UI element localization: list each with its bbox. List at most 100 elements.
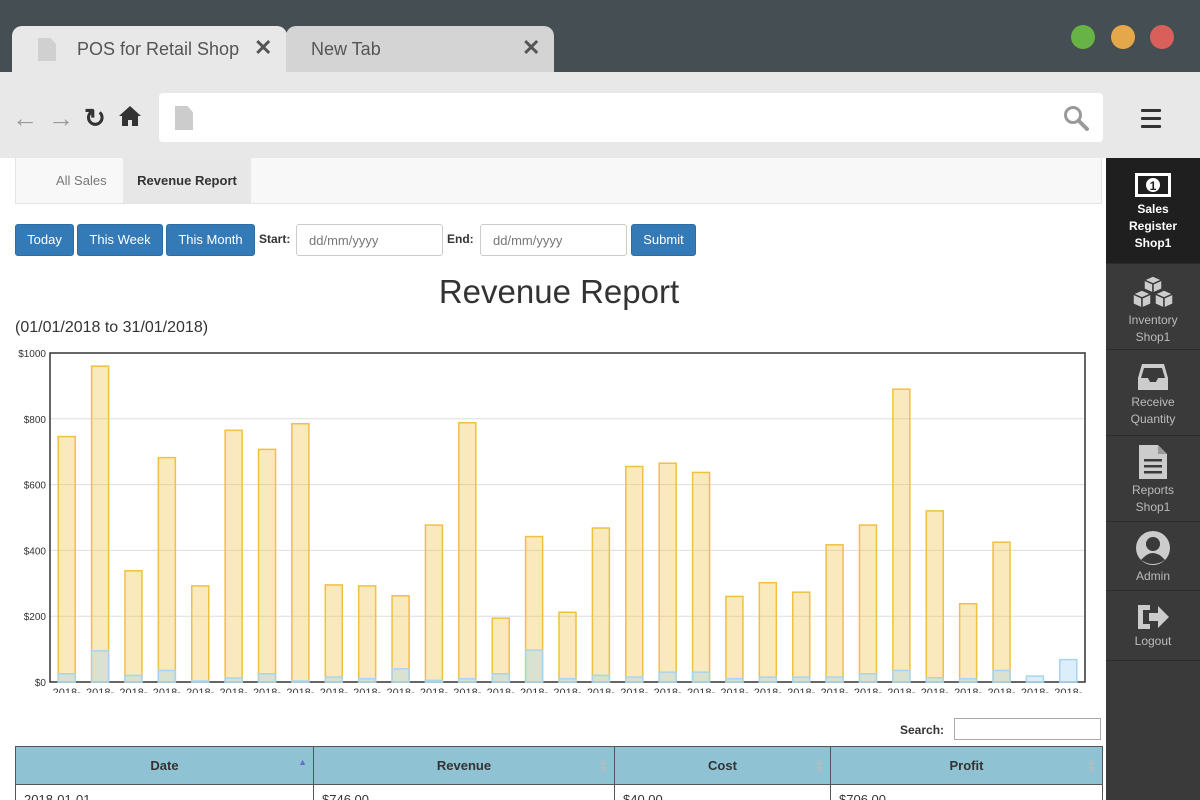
file-icon <box>38 38 56 61</box>
x-tick-label: 2018- <box>654 687 682 693</box>
forward-arrow-icon[interactable]: → <box>48 105 74 131</box>
x-tick-label: 2018- <box>787 687 815 693</box>
sidebar-item-sales-register[interactable]: 1 Sales Register Shop1 <box>1106 158 1200 264</box>
svg-text:1: 1 <box>1150 179 1157 193</box>
x-tick-label: 2018- <box>220 687 248 693</box>
column-label: Profit <box>949 758 984 773</box>
bar <box>725 677 744 683</box>
tab-all-sales[interactable]: All Sales <box>56 158 107 203</box>
this-month-button[interactable]: This Month <box>166 224 255 256</box>
money-icon: 1 <box>1135 173 1171 197</box>
bar <box>758 581 778 683</box>
cell-cost: $40.00 <box>614 784 831 800</box>
sidebar-item-receive-quantity[interactable]: Receive Quantity <box>1106 350 1200 436</box>
bar <box>892 669 911 683</box>
back-arrow-icon[interactable]: ← <box>12 105 38 131</box>
bar <box>858 524 878 683</box>
submit-button[interactable]: Submit <box>631 224 696 256</box>
column-header-cost[interactable]: Cost ▲ ▼ <box>614 746 831 785</box>
x-tick-label: 2018- <box>1021 687 1049 693</box>
column-header-profit[interactable]: Profit ▲ ▼ <box>830 746 1103 785</box>
search-label: Search: <box>900 723 945 737</box>
bar <box>90 649 110 683</box>
minimize-button[interactable] <box>1111 25 1135 49</box>
date-range: (01/01/2018 to 31/01/2018) <box>15 319 209 336</box>
y-tick-label: $1000 <box>18 349 46 360</box>
tab-revenue-report[interactable]: Revenue Report <box>123 158 251 203</box>
this-week-button[interactable]: This Week <box>77 224 163 256</box>
bar <box>391 668 410 683</box>
sidebar-item-logout[interactable]: Logout <box>1106 591 1200 661</box>
close-icon[interactable]: ✕ <box>522 35 540 61</box>
home-icon[interactable] <box>118 105 142 131</box>
maximize-button[interactable] <box>1071 25 1095 49</box>
tab-new[interactable]: New Tab ✕ <box>286 26 554 72</box>
x-tick-label: 2018- <box>487 687 515 693</box>
sort-icon: ▲ ▼ <box>815 757 824 774</box>
x-tick-label: 2018- <box>386 687 414 693</box>
x-tick-label: 2018- <box>453 687 481 693</box>
x-tick-label: 2018- <box>86 687 114 693</box>
page-title: Revenue Report <box>438 273 680 310</box>
y-tick-label: $0 <box>35 678 47 689</box>
bar <box>190 585 210 683</box>
bar <box>591 527 611 683</box>
end-label: End: <box>447 232 474 246</box>
cell-revenue: $746.00 <box>313 784 615 800</box>
close-icon[interactable]: ✕ <box>254 35 272 61</box>
bar <box>958 602 978 683</box>
inbox-icon <box>1138 364 1168 390</box>
bar <box>1059 658 1078 683</box>
sidebar-item-admin[interactable]: Admin <box>1106 522 1200 591</box>
bar <box>791 676 811 683</box>
hamburger-menu-icon[interactable] <box>1141 109 1161 133</box>
bar <box>424 679 444 683</box>
bar <box>558 677 577 683</box>
bar <box>491 617 510 683</box>
x-tick-label: 2018- <box>320 687 348 693</box>
y-tick-label: $400 <box>24 546 47 557</box>
end-date-input[interactable] <box>480 224 627 256</box>
x-tick-label: 2018- <box>553 687 581 693</box>
search-input[interactable] <box>954 718 1101 740</box>
sidebar-item-label: Admin <box>1135 569 1170 583</box>
x-tick-label: 2018- <box>253 687 281 693</box>
address-bar[interactable] <box>159 93 1103 142</box>
x-tick-label: 2018- <box>821 687 849 693</box>
cell-date: 2018-01-01 <box>15 784 314 800</box>
start-date-input[interactable] <box>296 224 443 256</box>
x-tick-label: 2018- <box>53 687 81 693</box>
column-header-revenue[interactable]: Revenue ▲ ▼ <box>313 746 615 785</box>
column-header-date[interactable]: Date ▲ <box>15 746 314 785</box>
bar <box>524 649 544 683</box>
x-tick-label: 2018- <box>153 687 181 693</box>
reload-icon[interactable]: ↻ <box>84 105 106 131</box>
sidebar-item-inventory[interactable]: Inventory Shop1 <box>1106 264 1200 350</box>
bar <box>190 680 210 683</box>
sort-asc-icon: ▲ <box>298 757 307 767</box>
sidebar-item-label: Sales <box>1137 202 1169 216</box>
sidebar-item-label: Quantity <box>1130 412 1176 426</box>
sidebar-item-reports[interactable]: Reports Shop1 <box>1106 436 1200 522</box>
document-icon <box>1139 445 1167 479</box>
report-subnav: All Sales Revenue Report <box>15 158 1102 204</box>
tab-label: New Tab <box>311 39 381 59</box>
bar <box>491 673 510 683</box>
x-tick-label: 2018- <box>420 687 448 693</box>
app-sidebar: 1 Sales Register Shop1 Inventory Shop1 R… <box>1106 158 1200 800</box>
search-icon[interactable] <box>1063 105 1089 131</box>
tab-pos[interactable]: POS for Retail Shop ✕ <box>12 26 287 72</box>
bar <box>424 524 444 683</box>
bar <box>257 448 277 683</box>
bar <box>725 595 744 683</box>
column-label: Date <box>150 758 179 773</box>
bar <box>658 671 677 683</box>
bar <box>591 674 611 683</box>
sidebar-item-label: Shop1 <box>1135 500 1171 514</box>
bar <box>57 435 76 683</box>
bar <box>858 673 878 683</box>
bar <box>357 677 377 683</box>
sort-icon: ▲ ▼ <box>599 757 608 774</box>
today-button[interactable]: Today <box>15 224 74 256</box>
close-window-button[interactable] <box>1150 25 1174 49</box>
